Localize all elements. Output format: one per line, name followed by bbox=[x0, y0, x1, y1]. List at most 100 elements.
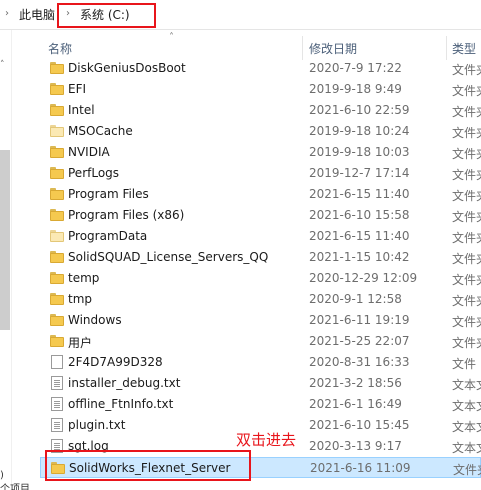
file-row[interactable]: DiskGeniusDosBoot 2020-7-9 17:22 文件夹 bbox=[40, 58, 481, 79]
file-type: 文件夹 bbox=[452, 126, 481, 140]
file-date: 2021-6-11 19:19 bbox=[309, 313, 410, 327]
file-type: 文本文档 bbox=[452, 378, 481, 392]
file-name: SolidSQUAD_License_Servers_QQ bbox=[68, 250, 269, 264]
file-name: Program Files (x86) bbox=[68, 208, 185, 222]
column-header-name[interactable]: 名称 bbox=[48, 40, 72, 57]
file-type: 文本文档 bbox=[452, 420, 481, 434]
file-row[interactable]: EFI 2019-9-18 9:49 文件夹 bbox=[40, 79, 481, 100]
file-row[interactable]: Program Files (x86) 2021-6-10 15:58 文件夹 bbox=[40, 205, 481, 226]
file-name: MSOCache bbox=[68, 124, 133, 138]
file-row[interactable]: offline_FtnInfo.txt 2021-6-1 16:49 文本文档 bbox=[40, 394, 481, 415]
file-name: DiskGeniusDosBoot bbox=[68, 61, 186, 75]
file-date: 2021-6-10 22:59 bbox=[309, 103, 410, 117]
file-type: 文件夹 bbox=[452, 252, 481, 266]
file-date: 2019-12-7 17:14 bbox=[309, 166, 410, 180]
file-name: Windows bbox=[68, 313, 122, 327]
file-date: 2020-12-29 12:09 bbox=[309, 271, 418, 285]
navigation-pane[interactable]: ˄ ) bbox=[0, 30, 12, 490]
file-type: 文本文档 bbox=[452, 441, 481, 455]
file-date: 2021-6-16 11:09 bbox=[310, 461, 411, 475]
file-type: 文件夹 bbox=[452, 168, 481, 182]
file-date: 2021-6-10 15:45 bbox=[309, 418, 410, 432]
file-date: 2021-1-15 10:42 bbox=[309, 250, 410, 264]
file-date: 2020-7-9 17:22 bbox=[309, 61, 402, 75]
file-name: Intel bbox=[68, 103, 95, 117]
file-name: tmp bbox=[68, 292, 93, 306]
file-date: 2019-9-18 9:49 bbox=[309, 82, 402, 96]
file-row[interactable]: MSOCache 2019-9-18 10:24 文件夹 bbox=[40, 121, 481, 142]
file-row[interactable]: Windows 2021-6-11 19:19 文件夹 bbox=[40, 310, 481, 331]
file-row[interactable]: tmp 2020-9-1 12:58 文件夹 bbox=[40, 289, 481, 310]
column-header-type[interactable]: 类型 bbox=[452, 40, 476, 57]
file-type: 文本文档 bbox=[452, 399, 481, 413]
file-type: 文件夹 bbox=[452, 84, 481, 98]
file-type: 文件夹 bbox=[452, 147, 481, 161]
folder-icon bbox=[50, 313, 64, 327]
file-date: 2020-3-13 9:17 bbox=[309, 439, 402, 453]
file-name: ProgramData bbox=[68, 229, 148, 243]
folder-icon bbox=[50, 187, 64, 201]
folder-icon bbox=[50, 334, 64, 348]
folder-icon bbox=[50, 229, 64, 243]
breadcrumb-this-pc[interactable]: 此电脑 bbox=[19, 6, 55, 23]
file-name: NVIDIA bbox=[68, 145, 110, 159]
chevron-right-icon[interactable]: › bbox=[5, 8, 9, 19]
status-item-count: 个项目 bbox=[0, 484, 30, 490]
folder-icon bbox=[50, 250, 64, 264]
file-date: 2019-9-18 10:24 bbox=[309, 124, 410, 138]
file-row[interactable]: Intel 2021-6-10 22:59 文件夹 bbox=[40, 100, 481, 121]
file-date: 2021-6-15 11:40 bbox=[309, 229, 410, 243]
file-name: offline_FtnInfo.txt bbox=[68, 397, 174, 411]
file-row[interactable]: Program Files 2021-6-15 11:40 文件夹 bbox=[40, 184, 481, 205]
annotation-text: 双击进去 bbox=[236, 431, 297, 449]
file-type: 文件夹 bbox=[452, 336, 481, 350]
file-type: 文件 bbox=[452, 357, 477, 371]
nav-scrollbar-thumb[interactable] bbox=[0, 150, 10, 330]
folder-icon bbox=[50, 292, 64, 306]
column-header-date[interactable]: 修改日期 bbox=[309, 40, 357, 57]
file-icon bbox=[50, 355, 64, 369]
text-file-icon bbox=[50, 397, 64, 411]
folder-icon bbox=[50, 166, 64, 180]
file-date: 2021-5-25 22:07 bbox=[309, 334, 410, 348]
file-row[interactable]: installer_debug.txt 2021-3-2 18:56 文本文档 bbox=[40, 373, 481, 394]
file-row[interactable]: SolidSQUAD_License_Servers_QQ 2021-1-15 1… bbox=[40, 247, 481, 268]
file-row[interactable]: PerfLogs 2019-12-7 17:14 文件夹 bbox=[40, 163, 481, 184]
chevron-up-icon[interactable]: ˄ bbox=[0, 60, 5, 70]
file-type: 文件夹 bbox=[452, 63, 481, 77]
column-divider[interactable] bbox=[446, 36, 447, 60]
file-row[interactable]: temp 2020-12-29 12:09 文件夹 bbox=[40, 268, 481, 289]
file-type: 文件夹 bbox=[452, 105, 481, 119]
file-name: PerfLogs bbox=[68, 166, 120, 180]
file-type: 文件夹 bbox=[452, 231, 481, 245]
file-date: 2021-6-15 11:40 bbox=[309, 187, 410, 201]
file-row[interactable]: ProgramData 2021-6-15 11:40 文件夹 bbox=[40, 226, 481, 247]
file-type: 文件夹 bbox=[452, 189, 481, 203]
file-row[interactable]: 用户 2021-5-25 22:07 文件夹 bbox=[40, 331, 481, 352]
file-name: temp bbox=[68, 271, 100, 285]
file-type: 文件夹 bbox=[452, 315, 481, 329]
file-name: Program Files bbox=[68, 187, 149, 201]
folder-icon bbox=[50, 208, 64, 222]
folder-icon bbox=[50, 103, 64, 117]
file-date: 2020-9-1 12:58 bbox=[309, 292, 402, 306]
column-divider[interactable] bbox=[302, 36, 303, 60]
file-row[interactable]: NVIDIA 2019-9-18 10:03 文件夹 bbox=[40, 142, 481, 163]
selection-highlight-box bbox=[45, 450, 251, 481]
text-file-icon bbox=[50, 376, 64, 390]
folder-icon bbox=[50, 271, 64, 285]
file-name: 用户 bbox=[68, 336, 93, 350]
file-date: 2020-8-31 16:33 bbox=[309, 355, 410, 369]
file-name: installer_debug.txt bbox=[68, 376, 181, 390]
file-name: plugin.txt bbox=[68, 418, 126, 432]
file-row[interactable]: 2F4D7A99D328 2020-8-31 16:33 文件 bbox=[40, 352, 481, 373]
file-date: 2019-9-18 10:03 bbox=[309, 145, 410, 159]
file-date: 2021-6-1 16:49 bbox=[309, 397, 402, 411]
text-file-icon bbox=[50, 418, 64, 432]
file-type: 文件夹 bbox=[452, 210, 481, 224]
folder-icon bbox=[50, 124, 64, 138]
file-name: 2F4D7A99D328 bbox=[68, 355, 163, 369]
folder-icon bbox=[50, 145, 64, 159]
file-type: 文件夹 bbox=[452, 273, 481, 287]
folder-icon bbox=[50, 61, 64, 75]
